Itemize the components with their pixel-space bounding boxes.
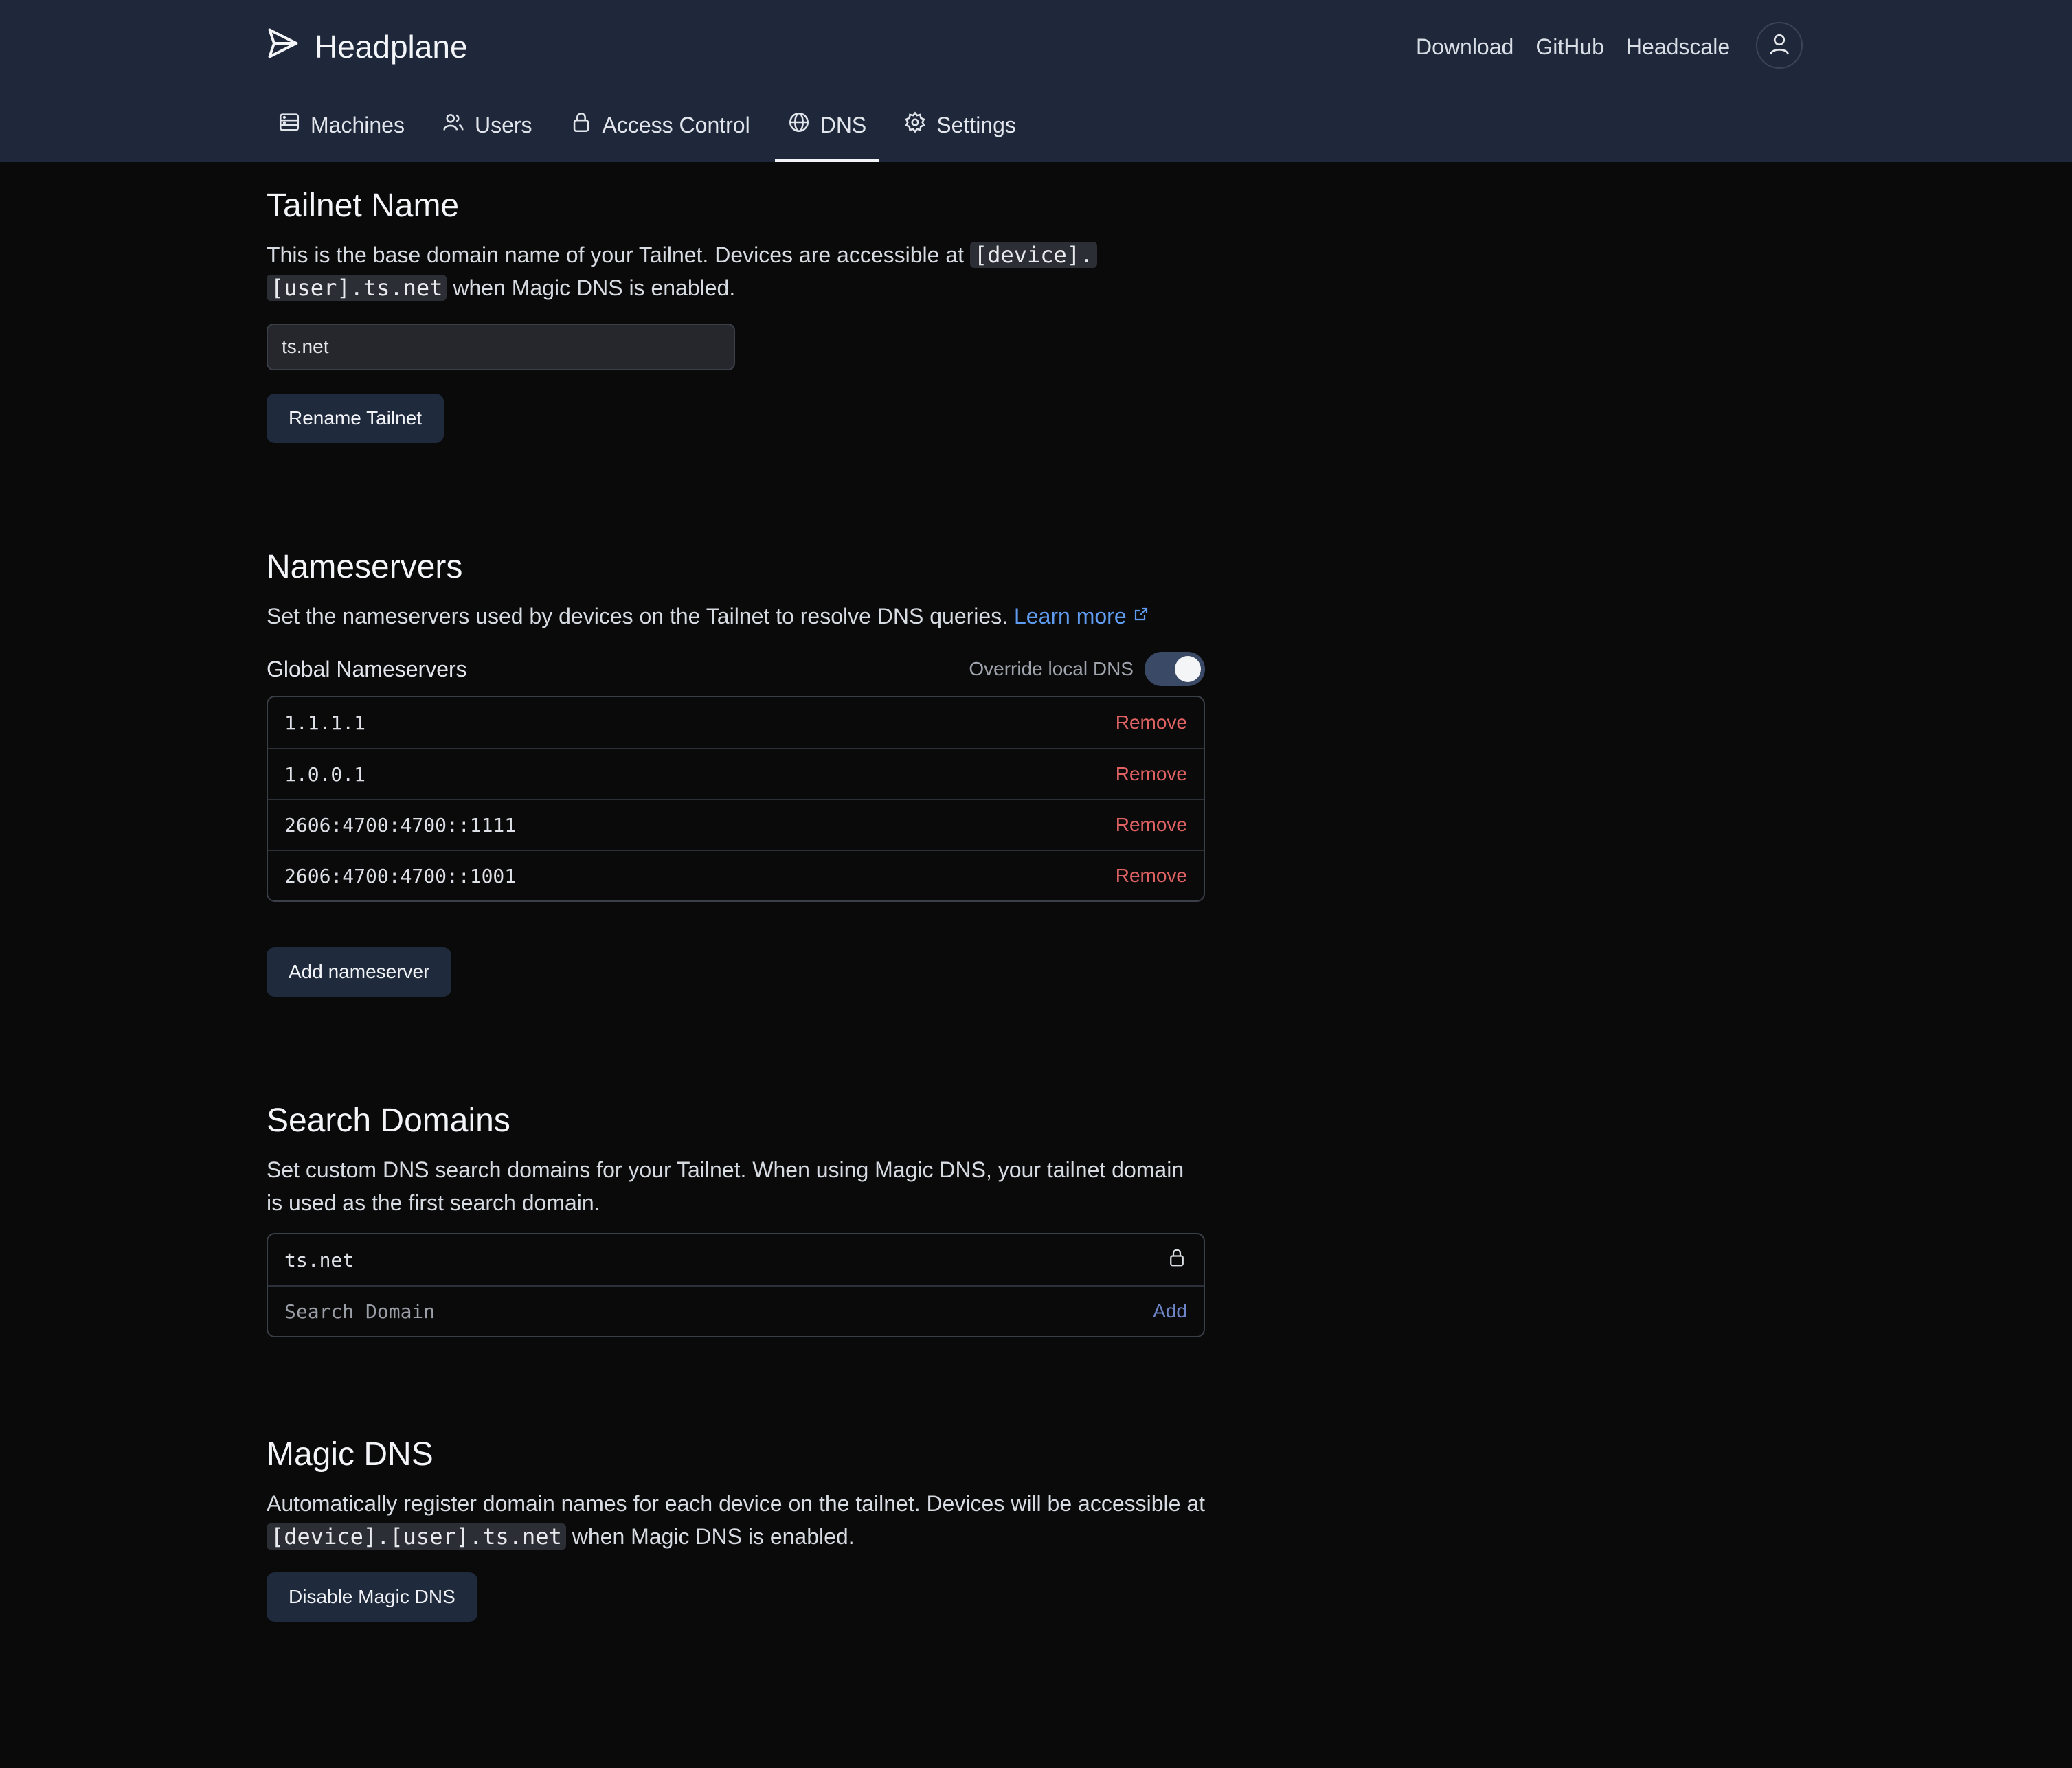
nameserver-list: 1.1.1.1 Remove 1.0.0.1 Remove 2606:4700:… [267, 696, 1205, 902]
override-label: Override local DNS [969, 658, 1134, 679]
tailnet-name-input[interactable]: ts.net [267, 324, 735, 370]
search-domain-input-row: Search Domain Add [268, 1285, 1204, 1336]
tab-label: Access Control [602, 112, 750, 137]
button-label: Add nameserver [289, 961, 430, 982]
disable-magic-dns-button[interactable]: Disable Magic DNS [267, 1572, 477, 1622]
nameserver-row: 1.1.1.1 Remove [268, 697, 1204, 748]
tab-settings[interactable]: Settings [891, 103, 1028, 162]
lock-icon [1167, 1247, 1187, 1273]
section-description: Automatically register domain names for … [267, 1487, 1205, 1553]
section-title: Nameservers [267, 549, 463, 585]
rename-tailnet-button[interactable]: Rename Tailnet [267, 394, 444, 443]
top-links: Download GitHub Headscale [1416, 27, 1730, 66]
paper-plane-icon [265, 25, 301, 69]
nameserver-row: 1.0.0.1 Remove [268, 748, 1204, 799]
description-text: when Magic DNS is enabled. [572, 1524, 855, 1549]
global-nameservers-header: Global Nameservers Override local DNS [267, 650, 1205, 688]
user-icon [1767, 32, 1792, 60]
code-snippet: [user].ts.net [267, 275, 447, 301]
tab-label: DNS [820, 112, 867, 137]
github-link[interactable]: GitHub [1535, 34, 1604, 60]
remove-button[interactable]: Remove [1116, 712, 1187, 734]
remove-button[interactable]: Remove [1116, 763, 1187, 785]
nameserver-row: 2606:4700:4700::1001 Remove [268, 850, 1204, 900]
description-text: Automatically register domain names for … [267, 1491, 1205, 1516]
section-title: Search Domains [267, 1102, 510, 1139]
input-value: ts.net [282, 336, 329, 357]
server-icon [278, 111, 301, 139]
section-description: Set the nameservers used by devices on t… [267, 600, 1205, 633]
tab-users[interactable]: Users [429, 103, 545, 162]
magic-dns-section: Magic DNS Automatically register domain … [267, 1436, 1205, 1622]
nameserver-address: 1.0.0.1 [284, 762, 366, 786]
code-snippet: [device]. [969, 242, 1098, 268]
section-title: Tailnet Name [267, 188, 460, 224]
link-label: Learn more [1013, 604, 1127, 628]
external-link-icon [1133, 604, 1149, 628]
globe-icon [787, 111, 811, 139]
tab-machines[interactable]: Machines [265, 103, 417, 162]
nameserver-address: 1.1.1.1 [284, 711, 366, 734]
tailnet-name-section: Tailnet Name This is the base domain nam… [267, 187, 1205, 443]
override-local-dns-toggle[interactable] [1145, 652, 1205, 686]
headscale-link[interactable]: Headscale [1626, 34, 1730, 60]
brand-name: Headplane [315, 29, 468, 65]
tab-bar: Machines Users Access Control DNS Settin… [265, 103, 1041, 162]
search-domains-section: Search Domains Set custom DNS search dom… [267, 1102, 1205, 1337]
override-local-dns: Override local DNS [969, 652, 1205, 686]
button-label: Rename Tailnet [289, 407, 423, 429]
description-text: This is the base domain name of your Tai… [267, 242, 965, 267]
description-text: when Magic DNS is enabled. [453, 275, 736, 300]
search-domain-value: ts.net [284, 1248, 354, 1271]
button-label: Disable Magic DNS [289, 1586, 455, 1607]
section-description: Set custom DNS search domains for your T… [267, 1157, 1184, 1215]
tab-label: Machines [311, 112, 405, 137]
tab-label: Settings [936, 112, 1016, 137]
users-icon [442, 111, 465, 139]
brand[interactable]: Headplane [265, 27, 468, 66]
nameservers-section: Nameservers Set the nameservers used by … [267, 548, 1205, 997]
tab-access-control[interactable]: Access Control [557, 103, 763, 162]
global-nameservers-label: Global Nameservers [267, 656, 467, 681]
section-description: This is the base domain name of your Tai… [267, 238, 1132, 304]
nameserver-address: 2606:4700:4700::1111 [284, 813, 517, 837]
code-snippet: [device].[user].ts.net [267, 1523, 566, 1550]
learn-more-link[interactable]: Learn more [1014, 604, 1149, 628]
description-text: Set the nameservers used by devices on t… [267, 604, 1009, 628]
search-domain-list: ts.net Search Domain Add [267, 1233, 1205, 1337]
lock-icon [570, 111, 593, 139]
add-search-domain-button[interactable]: Add [1153, 1300, 1187, 1322]
gear-icon [903, 111, 927, 139]
avatar-button[interactable] [1756, 22, 1803, 69]
search-domain-input[interactable]: Search Domain [284, 1300, 435, 1323]
remove-button[interactable]: Remove [1116, 865, 1187, 887]
tab-label: Users [474, 112, 532, 137]
nameserver-address: 2606:4700:4700::1001 [284, 864, 517, 887]
download-link[interactable]: Download [1416, 34, 1513, 60]
add-nameserver-button[interactable]: Add nameserver [267, 947, 452, 997]
search-domain-row: ts.net [268, 1234, 1204, 1285]
nameserver-row: 2606:4700:4700::1111 Remove [268, 799, 1204, 850]
top-bar: Headplane Download GitHub Headscale Mach… [0, 0, 2072, 162]
tab-dns[interactable]: DNS [774, 103, 879, 162]
section-title: Magic DNS [267, 1436, 433, 1473]
remove-button[interactable]: Remove [1116, 814, 1187, 836]
